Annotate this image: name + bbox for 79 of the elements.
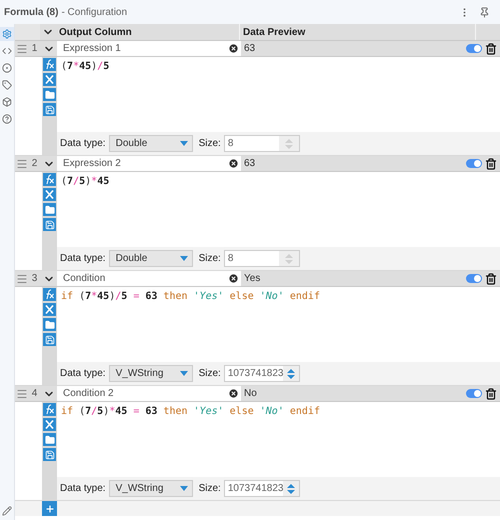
settings-icon[interactable]	[0, 27, 14, 41]
size-field[interactable]: 8	[224, 135, 300, 152]
data-type-label: Data type:	[60, 252, 106, 266]
dropdown-arrow-icon	[180, 486, 188, 491]
delete-icon[interactable]	[485, 42, 497, 54]
size-spinner[interactable]	[283, 366, 299, 381]
help-icon[interactable]	[0, 112, 14, 126]
size-label: Size:	[198, 482, 221, 496]
clear-icon[interactable]	[228, 158, 239, 169]
pencil-icon[interactable]	[2, 506, 12, 516]
output-column-field[interactable]: Expression 2	[57, 156, 241, 171]
data-type-label: Data type:	[60, 137, 106, 151]
column-header: Output Column	[55, 24, 240, 40]
size-field[interactable]: 1073741823	[224, 480, 300, 497]
folder-icon[interactable]	[43, 433, 56, 446]
folder-icon[interactable]	[43, 203, 56, 216]
size-field[interactable]: 1073741823	[224, 365, 300, 382]
data-preview: 63	[243, 157, 256, 171]
dropdown-arrow-icon	[180, 371, 188, 376]
data-type-dropdown[interactable]: V_WString	[108, 365, 193, 382]
folder-icon[interactable]	[43, 318, 56, 331]
drag-handle-icon[interactable]	[16, 42, 28, 54]
output-column-field[interactable]: Condition 2	[57, 386, 241, 401]
dropdown-arrow-icon	[180, 256, 188, 261]
variable-icon[interactable]	[43, 188, 56, 201]
save-icon[interactable]	[43, 103, 56, 116]
save-icon[interactable]	[43, 448, 56, 461]
data-type-label: Data type:	[60, 367, 106, 381]
variable-icon[interactable]	[43, 418, 56, 431]
data-type-dropdown[interactable]: Double	[108, 135, 193, 152]
size-label: Size:	[198, 252, 221, 266]
dropdown-arrow-icon	[180, 141, 188, 146]
data-type-dropdown[interactable]: V_WString	[108, 480, 193, 497]
output-column-field[interactable]: Condition	[57, 271, 241, 286]
data-type-dropdown[interactable]: Double	[108, 250, 193, 267]
data-preview: Yes	[243, 272, 262, 286]
cube-icon[interactable]	[0, 95, 14, 109]
data-preview: No	[243, 387, 258, 401]
delete-icon[interactable]	[485, 272, 497, 284]
output-column-field[interactable]: Expression 1	[57, 41, 241, 56]
column-header: Data Preview	[240, 24, 476, 40]
clear-icon[interactable]	[228, 388, 239, 399]
drag-handle-icon[interactable]	[16, 388, 28, 400]
drag-handle-icon[interactable]	[16, 272, 28, 284]
save-icon[interactable]	[43, 333, 56, 346]
row-number: 2	[30, 157, 38, 171]
function-icon[interactable]	[43, 173, 56, 186]
data-preview: 63	[243, 42, 256, 56]
add-row-button[interactable]	[42, 501, 57, 516]
size-field[interactable]: 8	[224, 250, 300, 267]
clear-icon[interactable]	[228, 43, 239, 54]
plus-icon	[44, 504, 54, 514]
toggle-switch[interactable]	[466, 389, 482, 398]
panel-subtitle: - Configuration	[61, 6, 128, 20]
function-icon[interactable]	[43, 403, 56, 416]
function-icon[interactable]	[43, 288, 56, 301]
size-spinner[interactable]	[283, 481, 299, 496]
pin-icon[interactable]	[479, 6, 490, 18]
panel-title: Formula (8)	[4, 6, 58, 20]
save-icon[interactable]	[43, 218, 56, 231]
row-number: 1	[30, 42, 38, 56]
clear-icon[interactable]	[228, 273, 239, 284]
toggle-switch[interactable]	[466, 159, 482, 168]
tag-icon[interactable]	[0, 78, 14, 92]
size-label: Size:	[198, 367, 221, 381]
row-number: 4	[30, 387, 38, 401]
size-label: Size:	[198, 137, 221, 151]
delete-icon[interactable]	[485, 388, 497, 400]
data-type-label: Data type:	[60, 482, 106, 496]
target-icon[interactable]	[0, 61, 14, 75]
folder-icon[interactable]	[43, 88, 56, 101]
delete-icon[interactable]	[485, 158, 497, 170]
drag-handle-icon[interactable]	[16, 158, 28, 170]
toggle-switch[interactable]	[466, 44, 482, 53]
variable-icon[interactable]	[43, 73, 56, 86]
toggle-switch[interactable]	[466, 274, 482, 283]
row-number: 3	[30, 272, 38, 286]
function-icon[interactable]	[43, 58, 56, 71]
variable-icon[interactable]	[43, 303, 56, 316]
